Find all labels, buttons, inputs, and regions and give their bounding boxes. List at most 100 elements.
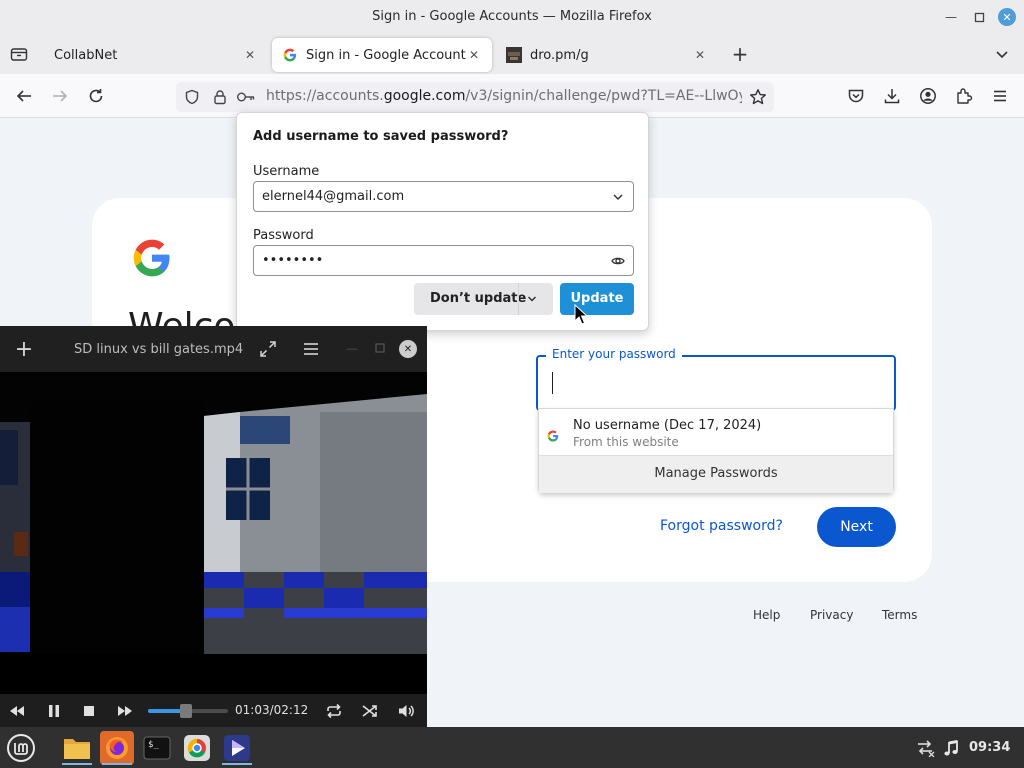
button-divider [518,283,519,315]
chrome-icon[interactable] [180,731,214,765]
seek-slider[interactable] [148,704,228,718]
password-label: Password [253,228,314,243]
reload-icon[interactable] [86,86,106,106]
add-icon[interactable]: + [14,337,34,362]
clock[interactable]: 09:34 [969,740,1010,755]
maximize-icon[interactable] [374,342,386,354]
extensions-icon[interactable] [954,86,974,106]
dont-update-button[interactable]: Don’t update [414,283,553,315]
maximize-icon[interactable] [970,8,988,26]
firefox-icon[interactable] [100,731,134,765]
google-favicon-icon [547,427,559,442]
window-title: Sign in - Google Accounts — Mozilla Fire… [372,9,652,24]
taskbar: $_ 09:34 [0,727,1024,768]
url-host: google.com [383,88,466,104]
autocomplete-item[interactable]: No username (Dec 17, 2024) From this web… [539,409,893,455]
password-input[interactable]: Enter your password [536,347,896,411]
video-frame[interactable] [0,372,427,654]
key-icon[interactable] [236,87,256,107]
password-value: •••••••• [262,253,324,268]
url-scheme: https://accounts. [266,88,384,104]
url-text[interactable]: https://accounts.google.com/v3/signin/ch… [266,88,742,104]
forgot-password-link[interactable]: Forgot password? [660,518,783,534]
mint-menu-icon[interactable] [4,731,38,765]
dro-favicon-icon [506,47,522,63]
chevron-down-icon[interactable] [526,293,538,305]
eye-icon[interactable] [611,254,625,268]
back-arrow-icon[interactable] [14,86,34,106]
tab-google-signin[interactable]: Sign in - Google Accounts ✕ [272,38,492,72]
hamburger-menu-icon[interactable] [302,340,320,358]
password-field-label: Enter your password [546,347,682,361]
minimize-icon[interactable]: — [345,341,359,355]
update-button[interactable]: Update [560,283,634,315]
password-field[interactable]: •••••••• [253,245,634,276]
video-frame-image [0,372,427,654]
new-tab-icon[interactable]: + [730,44,750,64]
tab-dro-pm[interactable]: dro.pm/g ✕ [498,38,718,72]
tab-overview-icon[interactable] [10,46,28,62]
seek-handle[interactable] [180,704,193,718]
volume-icon[interactable] [397,702,415,720]
mouse-pointer-icon [574,303,590,326]
privacy-link[interactable]: Privacy [810,608,853,622]
url-bar[interactable]: https://accounts.google.com/v3/signin/ch… [176,82,774,112]
files-folder-icon[interactable] [60,731,94,765]
url-path: /v3/signin/challenge/pwd?TL=AE--LlwOyp_0… [465,88,742,104]
bookmark-star-icon[interactable] [748,87,768,107]
autocomplete-item-subtitle: From this website [573,435,679,449]
tab-label: CollabNet [54,47,118,63]
pause-icon[interactable] [45,702,63,720]
downloads-icon[interactable] [882,86,902,106]
repeat-icon[interactable] [325,702,343,720]
close-window-icon[interactable]: ✕ [998,8,1016,26]
tab-collabnet[interactable]: CollabNet ✕ [44,38,268,72]
lock-icon[interactable] [210,87,230,107]
shuffle-icon[interactable] [361,702,379,720]
terms-link[interactable]: Terms [882,608,917,622]
music-note-icon[interactable] [938,731,964,765]
stop-icon[interactable] [80,702,98,720]
forward-arrow-icon[interactable] [50,86,70,106]
manage-passwords-button[interactable]: Manage Passwords [539,455,893,493]
close-tab-icon[interactable]: ✕ [242,48,258,62]
svg-text:$_: $_ [148,740,159,750]
google-favicon-icon [282,47,298,63]
network-icon[interactable] [910,731,940,765]
fast-forward-icon[interactable] [116,702,134,720]
close-tab-icon[interactable]: ✕ [466,48,482,62]
tab-label: Sign in - Google Accounts [306,47,466,63]
terminal-icon[interactable]: $_ [140,731,174,765]
help-link[interactable]: Help [753,608,780,622]
video-player-window: + SD linux vs bill gates.mp4 — ✕ 01:03/0… [0,326,427,727]
tab-label: dro.pm/g [530,47,589,63]
next-button[interactable]: Next [817,507,896,547]
doorhanger-title: Add username to saved password? [253,129,509,144]
player-controls: 01:03/02:12 [0,694,427,727]
password-autocomplete-popup: No username (Dec 17, 2024) From this web… [538,408,894,494]
close-tab-icon[interactable]: ✕ [692,48,708,62]
playback-time: 01:03/02:12 [235,703,309,717]
username-label: Username [253,164,320,179]
hamburger-menu-icon[interactable] [990,86,1010,106]
autocomplete-item-title: No username (Dec 17, 2024) [573,418,762,433]
account-icon[interactable] [918,86,938,106]
minimize-icon[interactable]: — [942,8,960,26]
chevron-down-icon[interactable] [994,46,1010,62]
player-title: SD linux vs bill gates.mp4 [74,342,244,357]
username-field[interactable]: elernel44@gmail.com [253,181,634,212]
chevron-down-icon[interactable] [611,190,625,204]
google-logo-icon [132,238,172,278]
rewind-icon[interactable] [8,702,26,720]
fullscreen-icon[interactable] [259,340,277,358]
media-player-icon[interactable] [220,731,254,765]
active-indicator [102,763,132,765]
active-indicator [62,763,92,765]
close-window-icon[interactable]: ✕ [399,340,417,358]
tab-strip: CollabNet ✕ Sign in - Google Accounts ✕ … [0,34,1024,74]
pocket-icon[interactable] [846,86,866,106]
save-password-doorhanger: Add username to saved password? Username… [236,112,649,331]
active-indicator [222,763,252,765]
dont-update-label: Don’t update [430,291,527,306]
tracking-protection-shield-icon[interactable] [182,87,202,107]
